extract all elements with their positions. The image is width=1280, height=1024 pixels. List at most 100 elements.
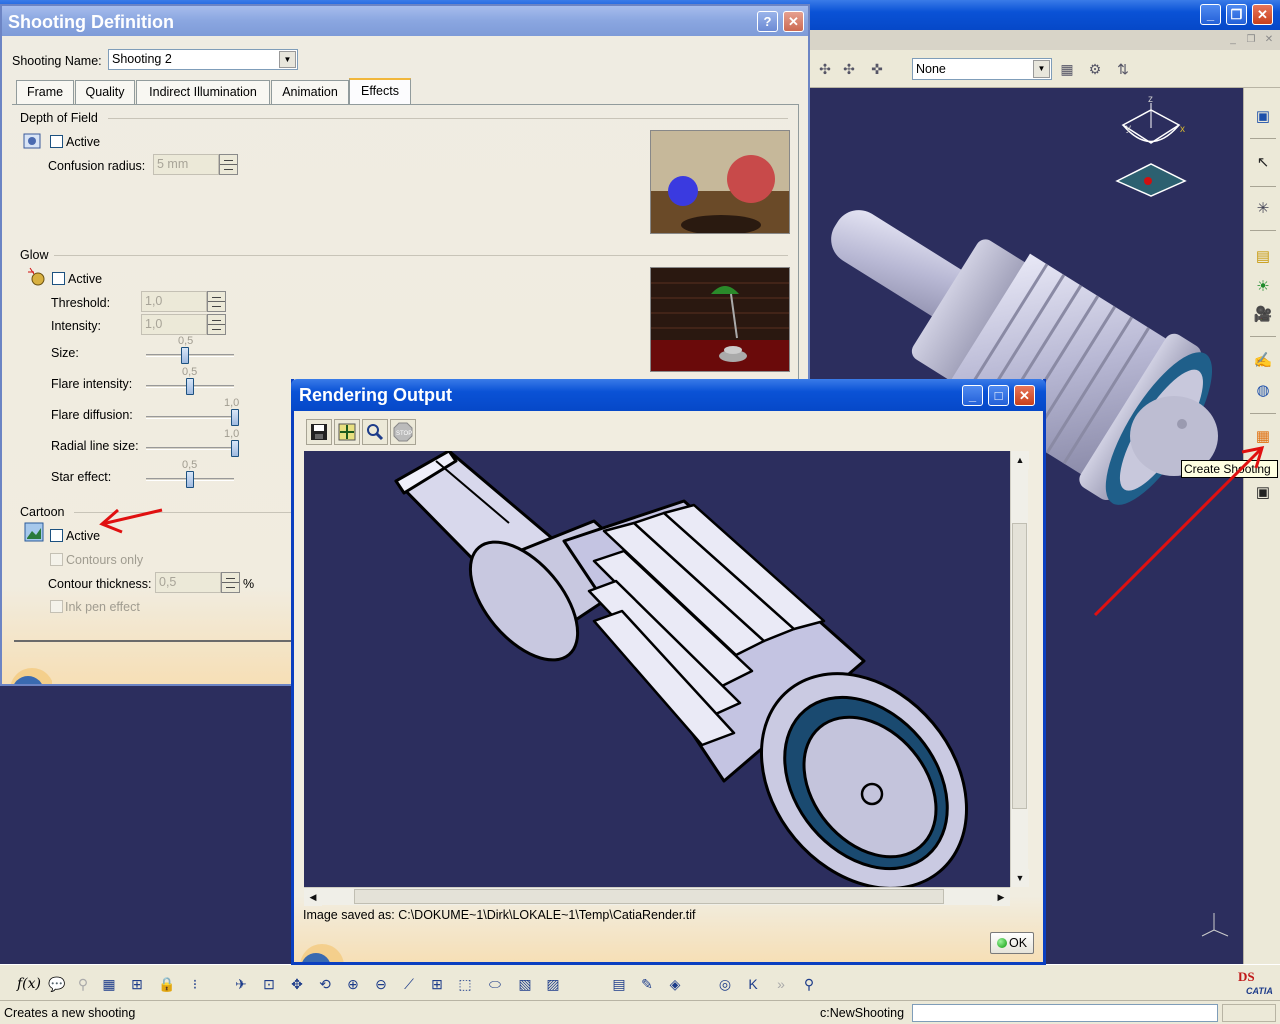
shading-icon[interactable]: ⬭ <box>484 973 506 995</box>
update-icon[interactable]: ⇅ <box>1112 58 1134 80</box>
table-icon[interactable]: ▦ <box>98 973 120 995</box>
glow-preview-image <box>650 267 790 372</box>
command-label: c:NewShooting <box>820 1006 905 1020</box>
target-icon[interactable]: ◎ <box>714 973 736 995</box>
pan-icon[interactable]: ✥ <box>286 973 308 995</box>
scroll-left-icon[interactable]: ◀ <box>304 888 322 906</box>
fit-all-icon[interactable] <box>334 419 360 445</box>
radial-line-size-slider[interactable] <box>231 440 239 457</box>
texture-icon[interactable]: ✍ <box>1251 348 1275 372</box>
dialog-close-button[interactable]: ✕ <box>783 11 804 32</box>
rule-icon[interactable]: ⁝ <box>184 973 206 995</box>
tab-animation[interactable]: Animation <box>271 80 349 104</box>
flare-intensity-slider[interactable] <box>186 378 194 395</box>
contours-only-checkbox[interactable] <box>50 553 63 566</box>
cartoon-active-checkbox[interactable] <box>50 529 63 542</box>
command-input[interactable] <box>912 1004 1218 1022</box>
tree-icon[interactable]: ⊞ <box>126 973 148 995</box>
horizontal-scroll-thumb[interactable] <box>354 889 944 904</box>
contour-thickness-spinner[interactable] <box>221 572 240 593</box>
constraint-icon[interactable]: ✣ <box>814 58 836 80</box>
apply-icon[interactable]: ⚙ <box>1084 58 1106 80</box>
fly-icon[interactable]: ✈ <box>230 973 252 995</box>
forward-icon[interactable]: » <box>770 973 792 995</box>
macro-icon[interactable]: ⚲ <box>72 973 94 995</box>
material-icon[interactable]: ▦ <box>1056 58 1078 80</box>
dof-active-checkbox[interactable] <box>50 135 63 148</box>
help-button[interactable]: ? <box>757 11 778 32</box>
normal-view-icon[interactable]: ⟋ <box>398 973 420 995</box>
formula-icon[interactable]: f(x) <box>17 973 41 995</box>
camera-icon[interactable]: 🎥 <box>1251 302 1275 326</box>
confusion-radius-spinner[interactable] <box>219 154 238 175</box>
chevron-down-icon[interactable]: ▼ <box>1033 60 1050 78</box>
ok-button[interactable]: OK <box>990 932 1034 954</box>
catalog-icon[interactable]: ▣ <box>1251 104 1275 128</box>
light-icon[interactable]: ☀ <box>1251 274 1275 298</box>
lock-icon[interactable]: 🔒 <box>156 973 178 995</box>
render-style-select[interactable]: None ▼ <box>912 58 1052 80</box>
zoom-icon[interactable] <box>362 419 388 445</box>
catalog-browser-icon[interactable]: ▤ <box>608 973 630 995</box>
shooting-name-select[interactable]: Shooting 2 ▼ <box>108 49 298 70</box>
glow-active-checkbox[interactable] <box>52 272 65 285</box>
intensity-input[interactable]: 1,0 <box>141 314 207 335</box>
zoom-in-icon[interactable]: ⊕ <box>342 973 364 995</box>
create-shooting-icon[interactable]: ▦ <box>1251 424 1275 448</box>
flare-diffusion-slider[interactable] <box>231 409 239 426</box>
vertical-scrollbar[interactable]: ▲ ▼ <box>1010 451 1029 887</box>
tab-frame[interactable]: Frame <box>16 80 74 104</box>
star-effect-slider[interactable] <box>186 471 194 488</box>
confusion-radius-input[interactable]: 5 mm <box>153 154 219 175</box>
search-icon[interactable]: ⚲ <box>798 973 820 995</box>
intensity-spinner[interactable] <box>207 314 226 335</box>
rewind-icon[interactable]: K <box>742 973 764 995</box>
close-button[interactable]: ✕ <box>1252 4 1273 25</box>
swap-icon[interactable]: ▨ <box>542 973 564 995</box>
render-maximize-button[interactable]: □ <box>988 385 1009 406</box>
tab-quality[interactable]: Quality <box>75 80 135 104</box>
mdi-close-button[interactable]: ✕ <box>1262 33 1276 46</box>
hide-show-icon[interactable]: ▧ <box>514 973 536 995</box>
star-effect-label: Star effect: <box>51 470 112 484</box>
restore-button[interactable]: ❐ <box>1226 4 1247 25</box>
axis-icon[interactable]: ✜ <box>866 58 888 80</box>
scroll-up-icon[interactable]: ▲ <box>1011 451 1029 469</box>
apply-material-icon[interactable]: ◍ <box>1251 378 1275 402</box>
chevron-down-icon[interactable]: ▼ <box>279 51 296 68</box>
ink-pen-effect-checkbox[interactable] <box>50 600 63 613</box>
fit-all-icon[interactable]: ⊡ <box>258 973 280 995</box>
render-shooting-icon[interactable]: ▣ <box>1251 480 1275 504</box>
rendering-body: STOP ▲ ▼ ◀ ▶ Image saved as: C:\DOKUME~1… <box>294 411 1043 962</box>
mdi-restore-button[interactable]: ❐ <box>1244 33 1258 46</box>
flare-intensity-slider-value: 0,5 <box>182 366 198 378</box>
horizontal-scrollbar[interactable]: ◀ ▶ <box>304 887 1010 906</box>
iso-view-icon[interactable]: ⬚ <box>454 973 476 995</box>
threshold-spinner[interactable] <box>207 291 226 312</box>
contour-thickness-input[interactable]: 0,5 <box>155 572 221 593</box>
threshold-input[interactable]: 1,0 <box>141 291 207 312</box>
minimize-button[interactable]: _ <box>1200 4 1221 25</box>
render-close-button[interactable]: ✕ <box>1014 385 1035 406</box>
scroll-right-icon[interactable]: ▶ <box>992 888 1010 906</box>
scroll-down-icon[interactable]: ▼ <box>1011 869 1029 887</box>
measure-icon[interactable]: ✎ <box>636 973 658 995</box>
analysis-icon[interactable]: ◈ <box>664 973 686 995</box>
render-minimize-button[interactable]: _ <box>962 385 983 406</box>
snap-icon[interactable]: ✣ <box>838 58 860 80</box>
size-slider[interactable] <box>181 347 189 364</box>
tab-effects[interactable]: Effects <box>349 78 411 105</box>
image-saved-text: Image saved as: C:\DOKUME~1\Dirk\LOKALE~… <box>303 908 696 922</box>
knowledge-icon[interactable]: 💬 <box>46 973 68 995</box>
environment-icon[interactable]: ▤ <box>1251 244 1275 268</box>
scene-icon[interactable]: ✳ <box>1251 196 1275 220</box>
rotate-icon[interactable]: ⟲ <box>314 973 336 995</box>
vertical-scroll-thumb[interactable] <box>1012 523 1027 809</box>
multi-view-icon[interactable]: ⊞ <box>426 973 448 995</box>
zoom-out-icon[interactable]: ⊖ <box>370 973 392 995</box>
mdi-minimize-button[interactable]: _ <box>1226 33 1240 46</box>
tab-indirect-illumination[interactable]: Indirect Illumination <box>136 80 270 104</box>
select-arrow-icon[interactable]: ↖ <box>1251 150 1275 174</box>
stop-icon[interactable]: STOP <box>390 419 416 445</box>
save-icon[interactable] <box>306 419 332 445</box>
